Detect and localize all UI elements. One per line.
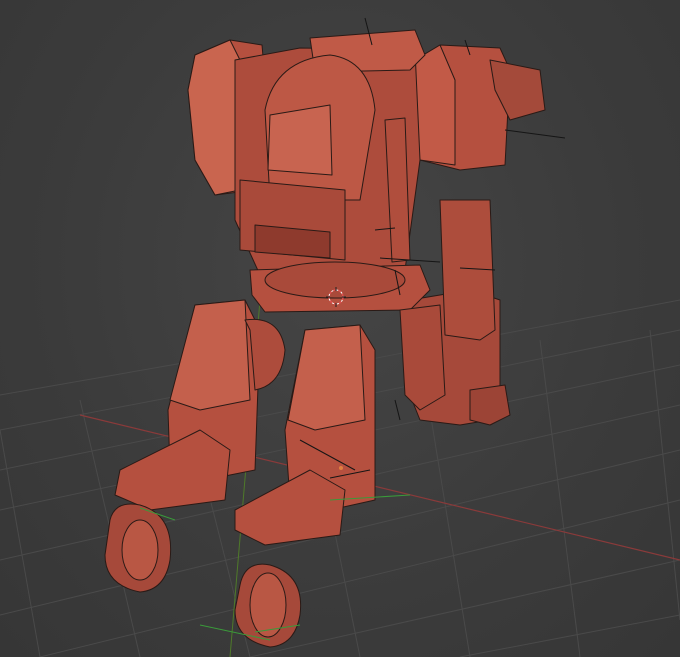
left-thigh-face[interactable]	[169, 299, 251, 411]
center-leg-assembly[interactable]	[399, 304, 446, 411]
viewport-canvas[interactable]	[0, 0, 680, 657]
origin-dot	[339, 466, 343, 470]
3d-viewport[interactable]	[0, 0, 680, 657]
mech-robot-model[interactable]	[104, 29, 546, 648]
waist-turret[interactable]	[264, 261, 406, 299]
rear-foot-right[interactable]	[469, 384, 511, 426]
right-shin[interactable]	[234, 469, 346, 546]
left-shoulder-face[interactable]	[187, 39, 241, 196]
right-wheel-hub[interactable]	[249, 572, 287, 638]
left-wheel-hub[interactable]	[121, 519, 159, 581]
right-thigh-face[interactable]	[287, 324, 366, 431]
cockpit-front-panel[interactable]	[267, 104, 333, 176]
